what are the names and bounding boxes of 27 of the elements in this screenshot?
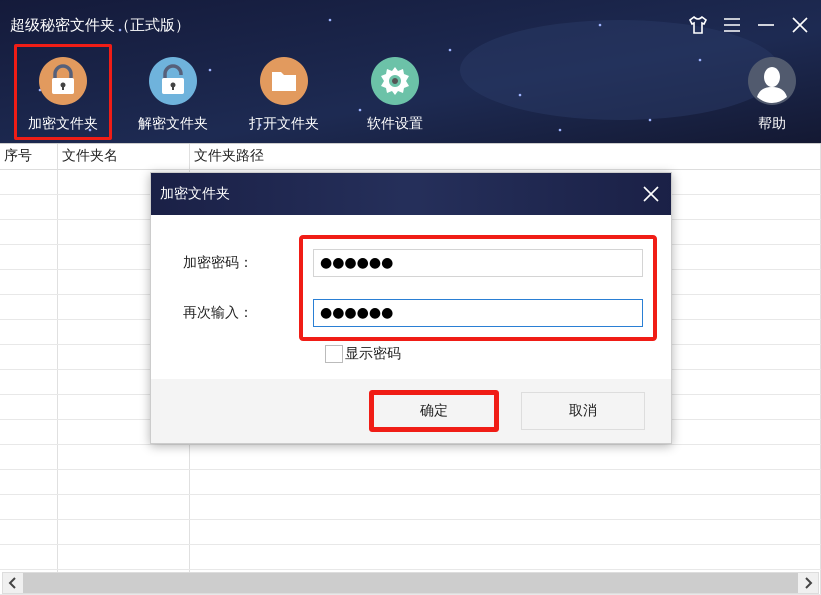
- toolbar-button[interactable]: 软件设置: [345, 44, 445, 140]
- column-header: 文件夹路径: [190, 144, 821, 169]
- password-field[interactable]: ●●●●●●: [313, 249, 643, 277]
- chevron-right-icon: [803, 577, 813, 589]
- cancel-button[interactable]: 取消: [521, 392, 645, 430]
- field-label: 加密密码：: [183, 254, 253, 272]
- user-icon: [748, 57, 796, 105]
- show-password-checkbox[interactable]: 显示密码: [325, 345, 401, 363]
- field-label: 再次输入：: [183, 304, 253, 322]
- toolbar-button[interactable]: 加密文件夹: [14, 44, 112, 140]
- help-button[interactable]: 帮助: [737, 44, 807, 140]
- window-title: 超级秘密文件夹（正式版）: [10, 16, 190, 34]
- column-header: 序号: [0, 144, 58, 169]
- toolbar-button[interactable]: 解密文件夹: [123, 44, 223, 140]
- gear-icon: [371, 57, 419, 105]
- ok-button[interactable]: 确定: [369, 390, 499, 432]
- unlock-icon: [149, 57, 197, 105]
- dialog-title: 加密文件夹: [160, 185, 230, 203]
- scrollbar-thumb[interactable]: [23, 573, 798, 593]
- password-field[interactable]: ●●●●●●: [313, 299, 643, 327]
- chevron-left-icon: [8, 577, 18, 589]
- lock-icon: [39, 57, 87, 105]
- toolbar-button[interactable]: 打开文件夹: [234, 44, 334, 140]
- column-header: 文件夹名: [58, 144, 190, 169]
- folder-icon: [260, 57, 308, 105]
- shirt-icon[interactable]: [687, 14, 709, 36]
- close-icon[interactable]: [643, 186, 659, 202]
